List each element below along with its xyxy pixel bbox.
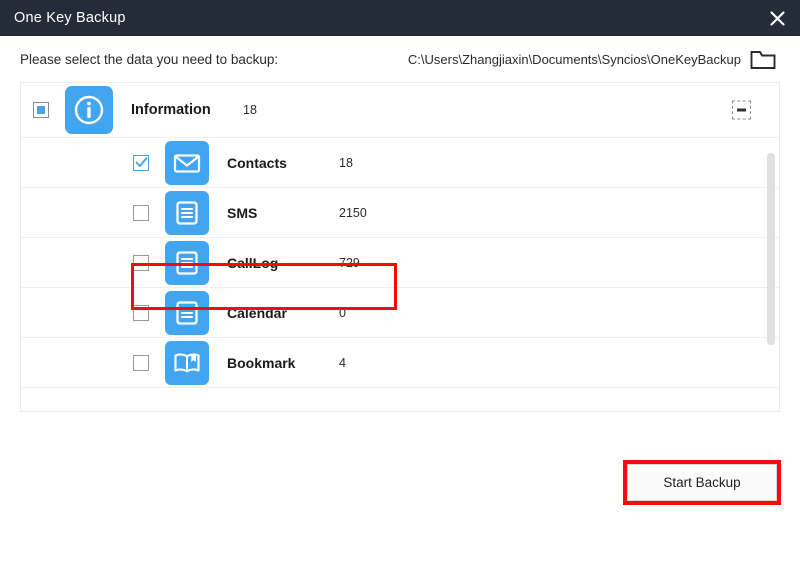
list-row-information[interactable]: Information 18 [21, 83, 779, 138]
list-row-calendar[interactable]: Calendar 0 [21, 288, 779, 338]
list-scrollbar[interactable] [767, 153, 775, 409]
bookmark-label: Bookmark [227, 354, 296, 371]
contacts-label: Contacts [227, 154, 287, 171]
list-row-sms[interactable]: SMS 2150 [21, 188, 779, 238]
calendar-label: Calendar [227, 304, 287, 321]
header-row: Please select the data you need to backu… [0, 36, 800, 82]
backup-items-list: Information 18 Contacts 18 SMS 2150 Call… [20, 82, 780, 412]
sms-count: 2150 [339, 205, 367, 220]
info-icon [65, 86, 113, 134]
close-button[interactable] [754, 0, 800, 36]
start-backup-highlight: Start Backup [623, 460, 781, 505]
close-icon [769, 10, 786, 27]
contacts-checkbox[interactable] [133, 154, 149, 171]
information-checkbox-cell [21, 102, 61, 118]
bookmark-checkbox[interactable] [133, 354, 149, 371]
backup-path-area: C:\Users\Zhangjiaxin\Documents\Syncios\O… [408, 36, 776, 82]
information-count: 18 [243, 103, 257, 117]
calllog-count: 729 [339, 255, 360, 270]
contacts-checkbox-cell [121, 154, 161, 171]
backup-path-text: C:\Users\Zhangjiaxin\Documents\Syncios\O… [407, 51, 741, 67]
document-icon [165, 240, 209, 285]
folder-icon[interactable] [750, 48, 776, 70]
calllog-checkbox[interactable] [133, 254, 149, 271]
collapse-box-icon[interactable] [732, 100, 751, 120]
start-backup-button[interactable]: Start Backup [627, 464, 777, 501]
footer-area: Start Backup [0, 412, 800, 537]
bookmark-checkbox-cell [121, 354, 161, 371]
list-scrollbar-thumb[interactable] [767, 153, 775, 345]
calendar-count: 0 [339, 305, 346, 320]
calllog-label: CallLog [227, 254, 279, 271]
bookmark-count: 4 [339, 355, 346, 370]
list-row-calllog[interactable]: CallLog 729 [21, 238, 779, 288]
sms-checkbox[interactable] [133, 204, 149, 221]
contacts-count: 18 [339, 155, 353, 170]
envelope-icon [165, 140, 209, 185]
information-label: Information [131, 102, 211, 118]
sms-label: SMS [227, 204, 258, 221]
sms-checkbox-cell [121, 204, 161, 221]
list-row-contacts[interactable]: Contacts 18 [21, 138, 779, 188]
information-checkbox[interactable] [33, 102, 49, 118]
list-row-bookmark[interactable]: Bookmark 4 [21, 338, 779, 388]
book-icon [165, 340, 209, 385]
calllog-checkbox-cell [121, 254, 161, 271]
document-icon [165, 190, 209, 235]
calendar-checkbox-cell [121, 304, 161, 321]
document-icon [165, 290, 209, 335]
instruction-text: Please select the data you need to backu… [20, 51, 279, 67]
window-title: One Key Backup [14, 10, 126, 26]
window-titlebar: One Key Backup [0, 0, 800, 36]
calendar-checkbox[interactable] [133, 304, 149, 321]
